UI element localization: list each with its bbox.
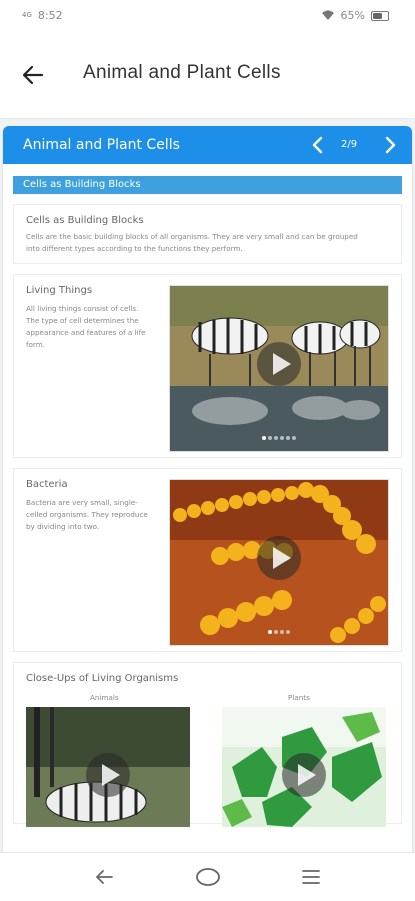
close-ups-panel: Close-Ups of Living Organisms Animals Pl… [13, 662, 402, 827]
play-icon[interactable] [281, 752, 327, 798]
animals-video[interactable] [26, 707, 190, 827]
lesson-title: Animal and Plant Cells [23, 137, 180, 153]
status-right: 65% [321, 9, 389, 22]
lesson-header: Animal and Plant Cells 2/9 [3, 126, 412, 164]
back-arrow-icon[interactable] [20, 62, 46, 88]
signal-indicator: 4G [22, 11, 32, 19]
nav-menu-icon[interactable] [300, 866, 322, 888]
zebra-video[interactable] [169, 285, 389, 452]
intro-panel: Cells as Building Blocks Cells are the b… [13, 204, 402, 264]
carousel-dot[interactable] [286, 630, 290, 634]
bacteria-heading: Bacteria [26, 479, 68, 490]
carousel-dot[interactable] [280, 436, 284, 440]
close-ups-heading: Close-Ups of Living Organisms [26, 673, 179, 684]
living-things-text: All living things consist of cells. The … [26, 304, 146, 349]
bacteria-panel: Bacteria Bacteria are very small, single… [13, 468, 402, 652]
battery-percent: 65% [340, 9, 365, 22]
plants-video[interactable] [222, 707, 386, 827]
chevron-left-icon[interactable] [309, 136, 327, 154]
battery-fill [373, 12, 383, 19]
carousel-dots [170, 425, 388, 444]
wifi-icon [321, 10, 334, 20]
plants-label: Plants [288, 693, 310, 702]
animals-label: Animals [90, 693, 119, 702]
bacteria-text: Bacteria are very small, single-celled o… [26, 498, 148, 531]
carousel-dots [170, 619, 388, 638]
section-title-bar: Cells as Building Blocks [13, 176, 402, 194]
page-indicator: 2/9 [341, 139, 358, 150]
living-things-heading: Living Things [26, 285, 93, 296]
status-bar: 4G 8:52 65% [0, 0, 415, 34]
carousel-dot[interactable] [274, 630, 278, 634]
play-icon[interactable] [256, 535, 302, 581]
bacteria-video[interactable] [169, 479, 389, 646]
carousel-dot[interactable] [268, 630, 272, 634]
carousel-dot[interactable] [274, 436, 278, 440]
play-icon[interactable] [256, 341, 302, 387]
battery-icon [371, 10, 389, 21]
chevron-right-icon[interactable] [381, 136, 399, 154]
carousel-dot[interactable] [286, 436, 290, 440]
carousel-dot[interactable] [280, 630, 284, 634]
carousel-dot[interactable] [268, 436, 272, 440]
nav-home-icon[interactable] [196, 866, 220, 888]
status-time: 8:52 [37, 9, 63, 22]
status-left: 4G 8:52 [22, 9, 63, 22]
carousel-dot[interactable] [292, 436, 296, 440]
lesson-card: Animal and Plant Cells 2/9 Cells as Buil… [3, 126, 412, 866]
page-title: Animal and Plant Cells [83, 62, 281, 83]
system-nav-bar [0, 852, 415, 901]
intro-text: Cells are the basic building blocks of a… [26, 232, 358, 253]
carousel-dot[interactable] [262, 436, 266, 440]
nav-back-icon[interactable] [93, 866, 115, 888]
intro-heading: Cells as Building Blocks [26, 215, 144, 226]
play-icon[interactable] [85, 752, 131, 798]
living-things-panel: Living Things All living things consist … [13, 274, 402, 458]
app-bar: Animal and Plant Cells [0, 34, 415, 119]
